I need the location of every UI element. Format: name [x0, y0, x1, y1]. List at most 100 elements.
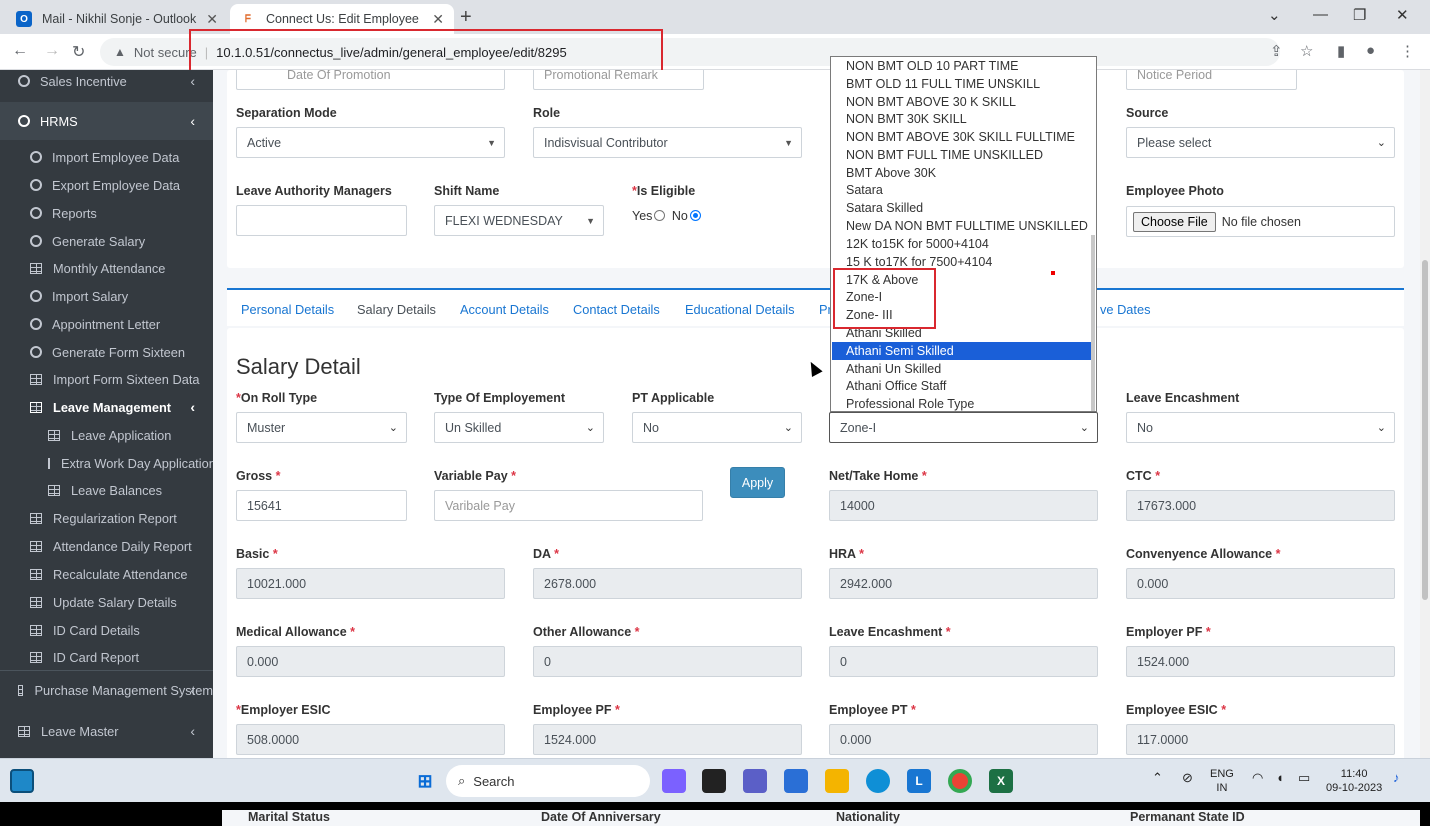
- maximize-icon[interactable]: ❐: [1353, 6, 1366, 24]
- dropdown-option[interactable]: New DA NON BMT FULLTIME UNSKILLED: [832, 217, 1092, 235]
- promotional-remark-input[interactable]: Promotional Remark: [533, 70, 704, 90]
- leave-encashment-select[interactable]: No ⌄: [1126, 412, 1395, 443]
- dropdown-option[interactable]: Athani Skilled: [832, 324, 1092, 342]
- dropdown-option[interactable]: Zone-I: [832, 288, 1092, 306]
- sidebar-item-import-salary[interactable]: Import Salary: [0, 286, 213, 306]
- close-icon[interactable]: ✕: [432, 11, 444, 28]
- on-roll-type-select[interactable]: Muster ⌄: [236, 412, 407, 443]
- hra-input[interactable]: 2942.000: [829, 568, 1098, 599]
- date-of-promotion-input[interactable]: Date Of Promotion: [236, 70, 505, 90]
- dropdown-option[interactable]: Athani Un Skilled: [832, 360, 1092, 378]
- sidebar-item-monthly-attendance[interactable]: Monthly Attendance: [0, 258, 213, 278]
- share-icon[interactable]: ⇪: [1270, 42, 1283, 60]
- sidebar-item-update-salary-details[interactable]: Update Salary Details: [0, 592, 213, 612]
- close-icon[interactable]: ✕: [206, 11, 218, 28]
- leave-authority-input[interactable]: [236, 205, 407, 236]
- role-select[interactable]: Indisvisual Contributor ▼: [533, 127, 802, 158]
- sidebar-item-appointment-letter[interactable]: Appointment Letter: [0, 314, 213, 334]
- apply-button[interactable]: Apply: [730, 467, 785, 498]
- menu-kebab-icon[interactable]: ⋮: [1400, 42, 1415, 60]
- dropdown-option-highlighted[interactable]: Athani Semi Skilled: [832, 342, 1092, 360]
- medical-allowance-input[interactable]: 0.000: [236, 646, 505, 677]
- chevron-up-icon[interactable]: ⌃: [1152, 771, 1163, 785]
- employee-esic-input[interactable]: 117.0000: [1126, 724, 1395, 755]
- employee-pf-input[interactable]: 1524.000: [533, 724, 802, 755]
- yes-radio[interactable]: [654, 210, 666, 221]
- other-allowance-input[interactable]: 0: [533, 646, 802, 677]
- employee-photo-input[interactable]: Choose File No file chosen: [1126, 206, 1395, 237]
- variable-pay-input[interactable]: Varibale Pay: [434, 490, 703, 521]
- teams-icon[interactable]: [743, 769, 767, 793]
- ctc-input[interactable]: 17673.000: [1126, 490, 1395, 521]
- sidebar-item-attendance-daily-report[interactable]: Attendance Daily Report: [0, 536, 213, 556]
- zone-select[interactable]: Zone-I ⌄: [829, 412, 1098, 443]
- browser-tab-outlook[interactable]: O Mail - Nikhil Sonje - Outlook ✕: [6, 4, 228, 34]
- sidebar-item-export-employee-data[interactable]: Export Employee Data: [0, 175, 213, 195]
- profile-icon[interactable]: ●: [1366, 42, 1375, 59]
- window-close-icon[interactable]: ✕: [1396, 6, 1409, 24]
- source-select[interactable]: Please select ⌄: [1126, 127, 1395, 158]
- sidebar-item-import-form-sixteen-data[interactable]: Import Form Sixteen Data: [0, 369, 213, 389]
- windows-start-icon[interactable]: ⊞: [413, 769, 437, 793]
- store-icon[interactable]: [784, 769, 808, 793]
- page-scrollbar[interactable]: [1420, 70, 1430, 758]
- dropdown-option[interactable]: 12K to15K for 5000+4104: [832, 235, 1092, 253]
- sidebar-item-leave-management[interactable]: Leave Management ‹: [0, 397, 213, 417]
- widgets-icon[interactable]: [10, 769, 34, 793]
- employer-pf-input[interactable]: 1524.000: [1126, 646, 1395, 677]
- sidebar-item-leave-balances[interactable]: Leave Balances: [0, 480, 213, 500]
- file-explorer-icon[interactable]: [825, 769, 849, 793]
- network-off-icon[interactable]: ⊘: [1182, 771, 1193, 785]
- dropdown-option[interactable]: Zone- III: [832, 306, 1092, 324]
- dropdown-option[interactable]: NON BMT 30K SKILL: [832, 110, 1092, 128]
- sidebar-item-reports[interactable]: Reports: [0, 203, 213, 223]
- sidebar-item-generate-form-sixteen[interactable]: Generate Form Sixteen: [0, 342, 213, 362]
- sidebar-item-id-card-report[interactable]: ID Card Report: [0, 647, 213, 667]
- choose-file-button[interactable]: Choose File: [1133, 211, 1216, 232]
- tab-search-chevron-icon[interactable]: ⌄: [1268, 6, 1281, 24]
- notification-bell-icon[interactable]: ♪: [1393, 771, 1400, 785]
- volume-icon[interactable]: ◖: [1276, 771, 1284, 785]
- dropdown-option[interactable]: 15 K to17K for 7500+4104: [832, 253, 1092, 271]
- app-l-icon[interactable]: L: [907, 769, 931, 793]
- dropdown-option[interactable]: NON BMT ABOVE 30 K SKILL: [832, 93, 1092, 111]
- edge-icon[interactable]: [866, 769, 890, 793]
- tab-salary-details[interactable]: Salary Details: [357, 302, 436, 317]
- tab-educational-details[interactable]: Educational Details: [685, 302, 795, 317]
- sidebar-item-extra-work-day-application[interactable]: Extra Work Day Application: [0, 453, 213, 473]
- da-input[interactable]: 2678.000: [533, 568, 802, 599]
- sidebar-item-purchase-management[interactable]: Purchase Management System ‹: [0, 680, 213, 700]
- dropdown-option[interactable]: Professional Role Type: [832, 395, 1092, 411]
- tab-personal-details[interactable]: Personal Details: [241, 302, 334, 317]
- dropdown-option[interactable]: Satara: [832, 181, 1092, 199]
- address-bar[interactable]: ▲ Not secure | 10.1.0.51/connectus_live/…: [100, 38, 1280, 66]
- language-indicator[interactable]: ENG IN: [1210, 767, 1234, 795]
- tab-partial-dates[interactable]: ve Dates: [1100, 302, 1151, 317]
- notice-period-input[interactable]: Notice Period: [1126, 70, 1297, 90]
- excel-icon[interactable]: X: [989, 769, 1013, 793]
- sidebar-item-leave-master[interactable]: Leave Master ‹: [0, 721, 213, 741]
- sidebar-item-id-card-details[interactable]: ID Card Details: [0, 620, 213, 640]
- convenyence-allowance-input[interactable]: 0.000: [1126, 568, 1395, 599]
- zone-dropdown-list[interactable]: NON BMT OLD 10 PART TIME BMT OLD 11 FULL…: [830, 56, 1097, 412]
- sidebar-item-leave-application[interactable]: Leave Application: [0, 425, 213, 445]
- dropdown-option[interactable]: NON BMT ABOVE 30K SKILL FULLTIME: [832, 128, 1092, 146]
- bookmark-star-icon[interactable]: ☆: [1300, 42, 1313, 60]
- dropdown-option[interactable]: Satara Skilled: [832, 199, 1092, 217]
- sidebar-item-import-employee-data[interactable]: Import Employee Data: [0, 147, 213, 167]
- employer-esic-input[interactable]: 508.0000: [236, 724, 505, 755]
- employee-pt-input[interactable]: 0.000: [829, 724, 1098, 755]
- basic-input[interactable]: 10021.000: [236, 568, 505, 599]
- type-of-employement-select[interactable]: Un Skilled ⌄: [434, 412, 604, 443]
- minimize-icon[interactable]: —: [1313, 6, 1328, 23]
- reload-icon[interactable]: ↻: [72, 42, 85, 62]
- dropdown-option[interactable]: BMT Above 30K: [832, 164, 1092, 182]
- taskbar-search[interactable]: ⌕ Search: [446, 765, 650, 797]
- tab-account-details[interactable]: Account Details: [460, 302, 549, 317]
- battery-icon[interactable]: ▭: [1298, 771, 1310, 785]
- wifi-icon[interactable]: ◠: [1252, 771, 1263, 785]
- dropdown-option[interactable]: NON BMT FULL TIME UNSKILLED: [832, 146, 1092, 164]
- no-radio[interactable]: [689, 210, 701, 221]
- forward-icon[interactable]: →: [44, 42, 60, 60]
- dropdown-option[interactable]: BMT OLD 11 FULL TIME UNSKILL: [832, 75, 1092, 93]
